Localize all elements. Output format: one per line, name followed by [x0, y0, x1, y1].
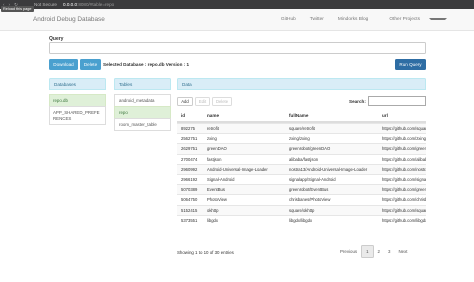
table-row[interactable]: 2960992 Android-Universal-Image-Loader n… — [177, 163, 426, 174]
cell-name: okhttp — [207, 207, 219, 213]
edit-row-button[interactable]: Edit — [195, 97, 210, 106]
nav-link-twitter[interactable]: Twitter — [303, 17, 331, 22]
cell-name: PhotoView — [207, 197, 227, 203]
url-host: 0.0.0.0 — [62, 2, 78, 7]
table-info: Showing 1 to 10 of 30 entries — [177, 250, 234, 255]
cell-url: https://github.com/signal — [382, 177, 426, 183]
security-label[interactable]: Not Secure — [34, 2, 57, 7]
cell-fullname: greenrobot/greenDAO — [289, 146, 331, 152]
cell-url: https://github.com/chrisb — [382, 197, 426, 203]
cell-url: https://github.com/green — [382, 146, 426, 152]
cell-name: greenDAO — [207, 146, 227, 152]
cell-name: Signal-Android — [207, 177, 235, 183]
query-input[interactable] — [49, 42, 426, 54]
cell-name: EventBus — [207, 187, 225, 193]
table-row[interactable]: 5373551 libgdx libgdx/libgdx https://git… — [177, 214, 426, 225]
delete-row-button[interactable]: Delete — [212, 97, 232, 106]
cell-fullname: greenrobot/EventBus — [289, 187, 329, 193]
caret-down-icon — [429, 17, 447, 20]
table-row[interactable]: 5152415 okhttp square/okhttp https://git… — [177, 204, 426, 215]
database-item-repo-db[interactable]: repo.db — [49, 94, 106, 108]
cell-url: https://github.com/square — [382, 207, 426, 213]
cell-url: https://github.com/square — [382, 126, 426, 132]
cell-url: https://github.com/libgdx — [382, 217, 426, 223]
databases-list: repo.db APP_SHARED_PREFERENCES — [49, 94, 106, 126]
top-navbar: Android Debug Database GitHub Twitter Mi… — [0, 9, 474, 31]
nav-dropdown-other-projects[interactable]: Other Projects — [375, 17, 454, 22]
cell-fullname: alibaba/fastjson — [289, 156, 319, 162]
cell-url: https://github.com/zxing — [382, 136, 426, 142]
cell-id: 2700474 — [181, 156, 198, 162]
url-rest: :8080/#table=repo — [77, 2, 115, 7]
browser-url-bar: ‹ › ↻ Not Secure 0.0.0.0:8080/#table=rep… — [0, 0, 474, 9]
column-header-fullname[interactable]: fullName — [285, 113, 378, 118]
data-table: id name fullName url 892275 retrofit squ… — [177, 109, 426, 245]
cell-id: 2966192 — [181, 177, 198, 183]
cell-id: 5064750 — [181, 197, 198, 203]
cell-fullname: signalapp/Signal-Android — [289, 177, 336, 183]
reload-tooltip: Reload this page — [1, 6, 34, 12]
cell-id: 2562751 — [181, 136, 198, 142]
cell-id: 5152415 — [181, 207, 198, 213]
cell-name: Android-Universal-Image-Loader — [207, 166, 268, 172]
cell-url: https://github.com/nostra — [382, 166, 426, 172]
database-item-shared-prefs[interactable]: APP_SHARED_PREFERENCES — [49, 106, 106, 126]
cell-fullname: chrisbanes/PhotoView — [289, 197, 331, 203]
table-header-row: id name fullName url — [177, 109, 426, 123]
address-field[interactable]: 0.0.0.0:8080/#table=repo — [63, 2, 114, 7]
table-row[interactable]: 5070389 EventBus greenrobot/EventBus htt… — [177, 184, 426, 195]
cell-name: zxing — [207, 136, 217, 142]
cell-name: fastjson — [207, 156, 222, 162]
cell-id: 5070389 — [181, 187, 198, 193]
table-row[interactable]: 2700474 fastjson alibaba/fastjson https:… — [177, 153, 426, 164]
add-row-button[interactable]: Add — [177, 97, 193, 106]
column-header-name[interactable]: name — [203, 113, 285, 118]
cell-id: 5373551 — [181, 217, 198, 223]
pagination-next[interactable]: Next — [394, 245, 411, 258]
delete-database-button[interactable]: Delete — [80, 59, 101, 70]
column-header-id[interactable]: id — [177, 113, 203, 118]
cell-name: libgdx — [207, 217, 218, 223]
nav-link-github[interactable]: GitHub — [274, 17, 303, 22]
column-header-url[interactable]: url — [378, 113, 426, 118]
data-panel-heading: Data — [177, 78, 426, 90]
run-query-button[interactable]: Run Query — [395, 59, 426, 70]
cell-fullname: nostra13/Android-Universal-Image-Loader — [289, 166, 368, 172]
nav-link-blog[interactable]: Mindorks Blog — [331, 17, 375, 22]
table-row[interactable]: 2562751 zxing zxing/zxing https://github… — [177, 133, 426, 143]
search-input[interactable] — [368, 96, 426, 106]
search-label: Search: — [349, 99, 366, 104]
cell-url: https://github.com/alibab — [382, 156, 426, 162]
pagination: Previous 1 2 3 Next — [336, 245, 411, 258]
download-button[interactable]: Download — [49, 59, 78, 70]
cell-fullname: zxing/zxing — [289, 136, 310, 142]
cell-id: 892275 — [181, 126, 195, 132]
nav-link-other-projects: Other Projects — [389, 17, 420, 22]
databases-panel-heading: Databases — [49, 78, 106, 90]
cell-fullname: square/okhttp — [289, 207, 315, 213]
cell-id: 2960992 — [181, 166, 198, 172]
navbar-links: GitHub Twitter Mindorks Blog Other Proje… — [274, 17, 454, 22]
cell-id: 2629751 — [181, 146, 198, 152]
cell-url: https://github.com/green — [382, 187, 426, 193]
table-row[interactable]: 2629751 greenDAO greenrobot/greenDAO htt… — [177, 143, 426, 154]
pagination-page-1[interactable]: 1 — [361, 245, 374, 258]
table-row[interactable]: 2966192 Signal-Android signalapp/Signal-… — [177, 173, 426, 184]
cell-name: retrofit — [207, 126, 219, 132]
pagination-page-2[interactable]: 2 — [374, 245, 384, 258]
pagination-page-3[interactable]: 3 — [384, 245, 394, 258]
table-row[interactable]: 892275 retrofit square/retrofit https://… — [177, 123, 426, 134]
tables-list: android_metadata repo room_master_table — [114, 94, 171, 131]
table-row[interactable]: 5064750 PhotoView chrisbanes/PhotoView h… — [177, 194, 426, 204]
cell-fullname: square/retrofit — [289, 126, 315, 132]
selected-database-info: Selected Database : repo.db Version : 1 — [103, 61, 190, 67]
brand-title[interactable]: Android Debug Database — [33, 16, 105, 23]
pagination-previous[interactable]: Previous — [336, 245, 361, 258]
cell-fullname: libgdx/libgdx — [289, 217, 313, 223]
tables-panel-heading: Tables — [114, 78, 171, 90]
table-item-room-master[interactable]: room_master_table — [114, 118, 171, 131]
